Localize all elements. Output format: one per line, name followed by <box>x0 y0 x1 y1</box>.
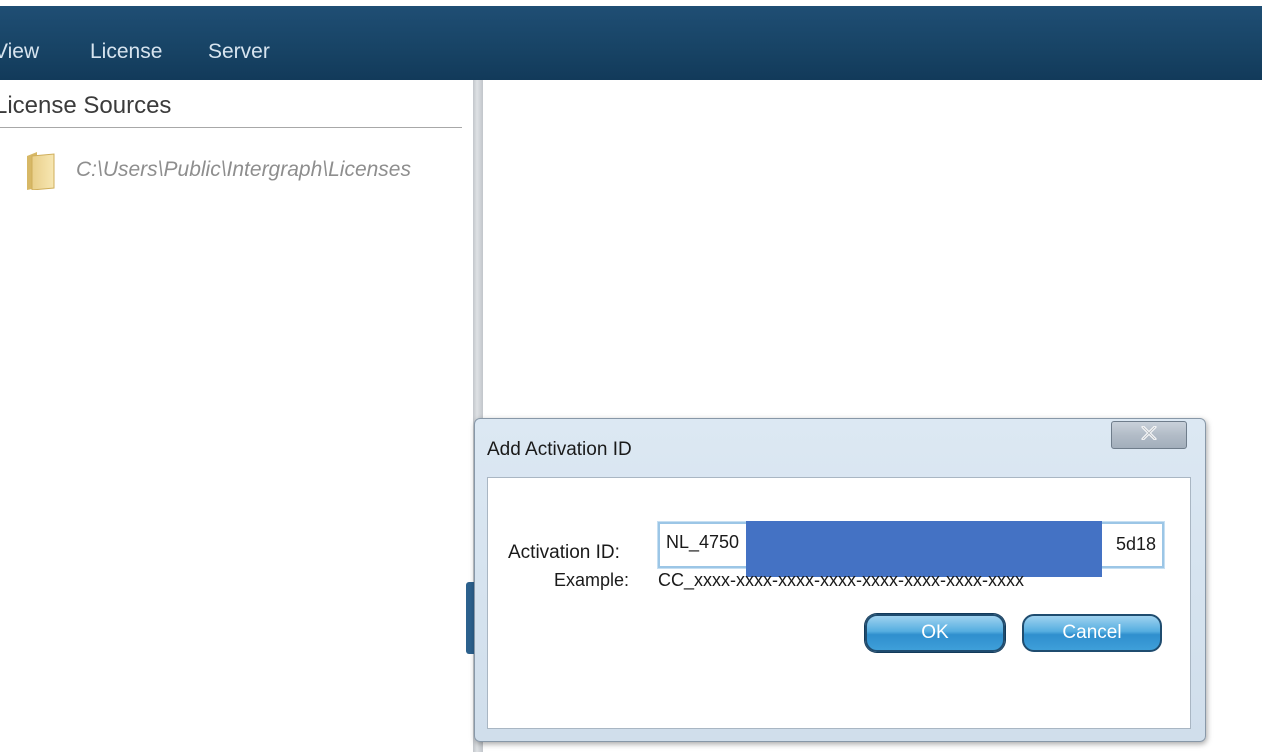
close-button[interactable] <box>1111 421 1187 449</box>
ok-button[interactable]: OK <box>865 614 1005 652</box>
menu-server[interactable]: Server <box>208 40 270 64</box>
menu-bar: View License Server <box>0 0 1262 80</box>
splitter-handle[interactable] <box>466 582 474 654</box>
menu-view[interactable]: View <box>0 40 39 64</box>
activation-id-input[interactable]: NL_4750 5d18 <box>657 521 1165 577</box>
example-label: Example: <box>554 570 630 590</box>
activation-id-label: Activation ID: <box>508 542 620 563</box>
menu-license[interactable]: License <box>90 40 162 64</box>
dialog-body: Activation ID: NL_4750 5d18 Example: CC_… <box>487 477 1191 729</box>
dialog-title: Add Activation ID <box>487 439 632 460</box>
cancel-button[interactable]: Cancel <box>1022 614 1162 652</box>
panel-title-divider <box>0 127 462 128</box>
redaction-box <box>746 521 1102 577</box>
activation-id-value-start: NL_4750 <box>666 532 740 552</box>
license-source-item[interactable]: C:\Users\Public\Intergraph\Licenses <box>24 150 411 191</box>
folder-icon <box>24 150 58 191</box>
panel-title: License Sources <box>0 92 172 119</box>
example-value: CC_xxxx-xxxx-xxxx-xxxx-xxxx-xxxx-xxxx-xx… <box>658 570 1024 590</box>
close-icon <box>1141 425 1157 445</box>
add-activation-id-dialog: Add Activation ID Activation ID: NL_4750… <box>474 418 1206 742</box>
license-sources-panel: License Sources C:\Users\Public\Intergra… <box>0 80 470 752</box>
activation-id-value-end: 5d18 <box>1115 534 1156 554</box>
license-source-path: C:\Users\Public\Intergraph\Licenses <box>76 158 411 181</box>
